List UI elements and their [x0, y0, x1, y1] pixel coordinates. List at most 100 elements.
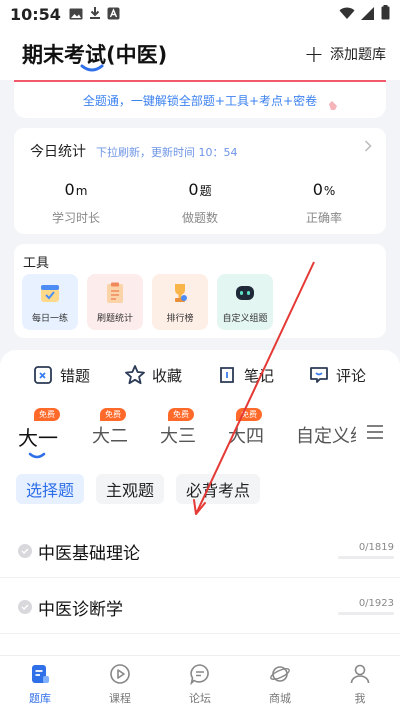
tool-label: 自定义组题: [222, 314, 268, 324]
stat-accuracy: 0% 正确率: [262, 180, 386, 226]
tools-title: 工具: [23, 256, 50, 271]
nav-shop[interactable]: 商城: [240, 656, 320, 711]
wifi-icon: [339, 5, 355, 24]
tool-label: 刷题统计: [96, 314, 133, 324]
comment-icon: [308, 364, 330, 386]
tool-label: 每日一练: [31, 314, 68, 324]
subject-name: 中医诊断学: [38, 600, 123, 620]
forum-icon: [188, 662, 212, 686]
subject-progress-text: 0/1923: [358, 598, 394, 609]
tab-label: 大三: [160, 426, 196, 447]
nav-label: 论坛: [189, 692, 211, 705]
wrong-question-icon: [32, 364, 54, 386]
stats-refresh-hint: 下拉刷新，更新时间 10：54: [96, 146, 238, 159]
stat-unit: m: [75, 184, 88, 198]
stat-label: 学习时长: [51, 211, 100, 225]
tab-year-3[interactable]: 免费 大三: [160, 408, 196, 448]
nav-label: 商城: [269, 692, 291, 705]
action-label: 评论: [336, 366, 367, 385]
tab-label: 大二: [92, 426, 128, 447]
tool-practice-stats[interactable]: 刷题统计: [87, 274, 143, 330]
tab-label: 自定义组: [296, 426, 356, 447]
promo-text: 全题通，一键解锁全部题+工具+考点+密卷: [82, 93, 318, 108]
list-item[interactable]: 中医诊断学 0/1923: [0, 578, 400, 634]
nav-question-bank[interactable]: 题库: [0, 656, 80, 711]
notes-button[interactable]: 笔记: [216, 364, 308, 386]
nav-forum[interactable]: 论坛: [160, 656, 240, 711]
tool-daily-practice[interactable]: 每日一练: [22, 274, 78, 330]
free-badge: 免费: [168, 408, 194, 421]
robot-icon: [232, 280, 258, 306]
tool-leaderboard[interactable]: 排行榜: [152, 274, 208, 330]
tab-custom[interactable]: 自定义组: [296, 422, 356, 448]
tool-custom-quiz[interactable]: 自定义组题: [217, 274, 273, 330]
free-badge: 免费: [236, 408, 262, 421]
tab-year-1[interactable]: 免费 大一: [18, 408, 60, 451]
tab-label: 大一: [18, 426, 58, 450]
profile-icon: [348, 662, 372, 686]
plus-icon: +: [303, 40, 324, 68]
free-badge: 免费: [100, 408, 126, 421]
question-bank-icon: [28, 662, 52, 686]
action-label: 笔记: [244, 366, 275, 385]
chevron-right-icon[interactable]: [364, 140, 372, 156]
menu-icon[interactable]: [366, 424, 384, 444]
favorites-button[interactable]: 收藏: [124, 364, 216, 386]
tools-card: 工具 每日一练 刷题统计 排行榜 自定义组题: [14, 244, 386, 338]
today-stats-card[interactable]: 今日统计 下拉刷新，更新时间 10：54 0m 学习时长 0题 做题数 0% 正…: [14, 128, 386, 234]
chip-key-points[interactable]: 必背考点: [176, 474, 261, 504]
stat-question-count: 0题 做题数: [138, 180, 262, 226]
chip-multiple-choice[interactable]: 选择题: [16, 474, 85, 504]
gallery-icon: [69, 5, 83, 24]
add-question-bank-button[interactable]: + 添加题库: [303, 40, 386, 68]
stat-value: 0: [312, 180, 323, 199]
title-underline-decoration: [80, 64, 104, 72]
chip-subjective[interactable]: 主观题: [96, 474, 165, 504]
tab-year-4[interactable]: 免费 大四: [228, 408, 264, 448]
play-course-icon: [108, 662, 132, 686]
shop-planet-icon: [268, 662, 292, 686]
star-icon: [124, 364, 146, 386]
subject-progress-bar: [338, 612, 394, 615]
clipboard-list-icon: [102, 280, 128, 306]
question-type-filter: 选择题 主观题 必背考点: [16, 474, 261, 504]
tool-label: 排行榜: [166, 314, 194, 324]
question-sheet: 错题 收藏 笔记 评论 免费 大一 免费 大二 免费 大三 免费 大四 自定义 …: [0, 350, 400, 661]
download-icon: [89, 5, 101, 24]
add-question-bank-label: 添加题库: [330, 47, 386, 63]
battery-icon: [381, 4, 390, 24]
tab-label: 大四: [228, 426, 264, 447]
subject-name: 中医基础理论: [38, 544, 140, 564]
nav-label: 题库: [29, 692, 51, 705]
subject-list: 中医基础理论 0/1819 中医诊断学 0/1923: [0, 522, 400, 634]
status-time: 10:54: [10, 4, 61, 24]
free-badge: 免费: [34, 408, 60, 421]
status-bar: 10:54: [0, 0, 400, 28]
nav-courses[interactable]: 课程: [80, 656, 160, 711]
promo-banner[interactable]: 全题通，一键解锁全部题+工具+考点+密卷: [14, 80, 386, 118]
subject-progress-bar: [338, 556, 394, 559]
stat-study-time: 0m 学习时长: [14, 180, 138, 226]
stat-unit: %: [323, 184, 336, 198]
tab-year-2[interactable]: 免费 大二: [92, 408, 128, 448]
check-circle-icon: [18, 544, 32, 558]
wrong-questions-button[interactable]: 错题: [32, 364, 124, 386]
stats-title: 今日统计: [30, 144, 86, 160]
trophy-icon: [167, 280, 193, 306]
calendar-check-icon: [37, 280, 63, 306]
action-label: 收藏: [152, 366, 183, 385]
signal-icon: [361, 5, 375, 24]
app-header: 期末考试(中医) + 添加题库: [0, 28, 400, 80]
stat-value: 0: [64, 180, 75, 199]
stat-label: 正确率: [305, 211, 342, 225]
comments-button[interactable]: 评论: [308, 364, 400, 386]
stat-label: 做题数: [181, 211, 218, 225]
stat-unit: 题: [199, 184, 212, 198]
app-notification-icon: [107, 5, 120, 24]
pointing-hand-icon: [326, 98, 340, 116]
nav-profile[interactable]: 我: [320, 656, 400, 711]
list-item[interactable]: 中医基础理论 0/1819: [0, 522, 400, 578]
bottom-nav: 题库 课程 论坛 商城 我: [0, 655, 400, 711]
stat-value: 0: [188, 180, 199, 199]
subject-progress-text: 0/1819: [358, 542, 394, 553]
